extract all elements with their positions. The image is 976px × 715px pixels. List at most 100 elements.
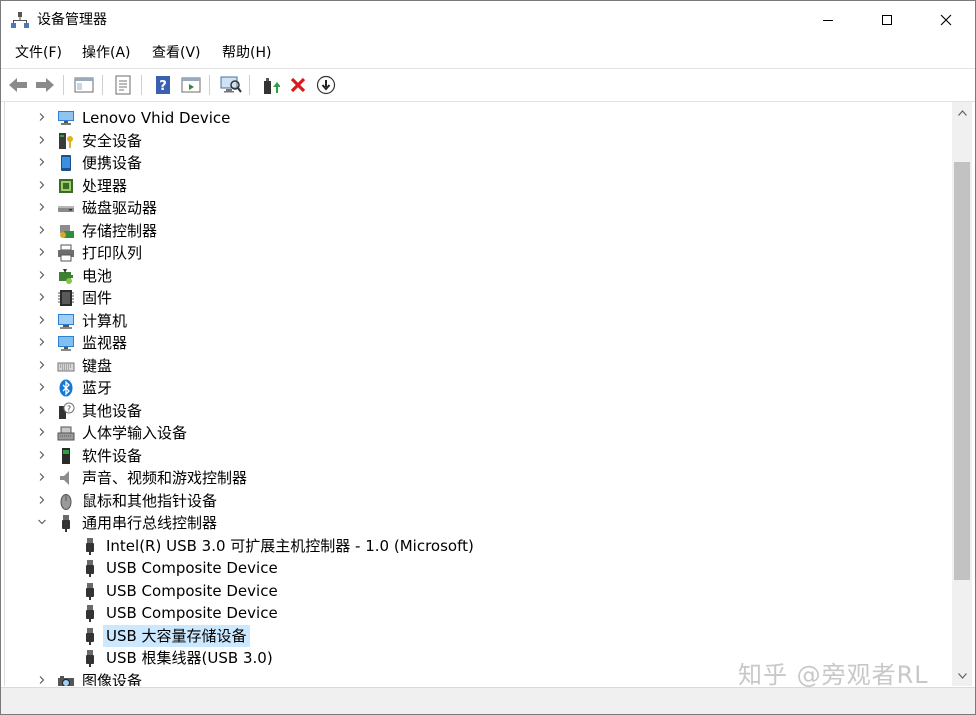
tree-item-label: 处理器	[82, 177, 128, 195]
portable-device-icon	[61, 155, 71, 171]
tree-device-row[interactable]: USB Composite Device	[5, 580, 945, 602]
tree-device-row[interactable]: USB Composite Device	[5, 602, 945, 624]
chevron-up-icon	[957, 109, 967, 116]
tree-category-row[interactable]: 人体学输入设备	[5, 422, 945, 444]
uninstall-button[interactable]	[286, 73, 310, 97]
chevron-right-icon[interactable]	[37, 292, 47, 302]
properties-button[interactable]	[111, 73, 135, 97]
chevron-down-icon[interactable]	[37, 517, 47, 527]
title-bar[interactable]: 设备管理器	[1, 1, 975, 39]
chevron-right-icon[interactable]	[37, 450, 47, 460]
tree-item-label: 监视器	[82, 334, 128, 352]
chevron-right-icon[interactable]	[37, 360, 47, 370]
tree-category-row[interactable]: 声音、视频和游戏控制器	[5, 467, 945, 489]
scroll-up-button[interactable]	[952, 104, 972, 121]
chevron-right-icon[interactable]	[37, 472, 47, 482]
minimize-button[interactable]	[799, 1, 857, 39]
chevron-right-icon[interactable]	[37, 315, 47, 325]
uninstall-icon	[290, 77, 306, 93]
tree-item-label: 打印队列	[82, 244, 143, 262]
action-pane-button[interactable]	[179, 73, 203, 97]
forward-arrow-icon	[36, 78, 54, 92]
tree-category-row[interactable]: 通用串行总线控制器	[5, 512, 945, 534]
chevron-right-icon[interactable]	[37, 405, 47, 415]
tree-device-row[interactable]: Intel(R) USB 3.0 可扩展主机控制器 - 1.0 (Microso…	[5, 535, 945, 557]
tree-item-label: 声音、视频和游戏控制器	[82, 469, 248, 487]
tree-category-row[interactable]: 计算机	[5, 310, 945, 332]
chevron-right-icon[interactable]	[37, 112, 47, 122]
usb-icon	[86, 538, 94, 555]
tree-category-row[interactable]: 键盘	[5, 355, 945, 377]
menu-view[interactable]: 查看(V)	[150, 43, 203, 63]
watermark-text: 知乎 @旁观者RL	[738, 661, 929, 689]
chevron-right-icon[interactable]	[37, 675, 47, 685]
tree-item-label: 图像设备	[82, 672, 143, 686]
tree-category-row[interactable]: 安全设备	[5, 130, 945, 152]
show-hide-tree-icon	[74, 77, 94, 93]
vertical-scrollbar[interactable]	[952, 102, 972, 686]
maximize-button[interactable]	[858, 1, 916, 39]
tree-item-label: 蓝牙	[82, 379, 113, 397]
chevron-right-icon[interactable]	[37, 247, 47, 257]
maximize-icon	[882, 15, 892, 25]
usb-icon	[62, 515, 70, 532]
tree-item-label: 固件	[82, 289, 113, 307]
chevron-right-icon[interactable]	[37, 382, 47, 392]
tree-category-row[interactable]: 蓝牙	[5, 377, 945, 399]
tree-category-row[interactable]: 打印队列	[5, 242, 945, 264]
update-driver-button[interactable]	[258, 73, 282, 97]
tree-category-row[interactable]: 磁盘驱动器	[5, 197, 945, 219]
chevron-right-icon[interactable]	[37, 225, 47, 235]
back-button[interactable]	[6, 73, 30, 97]
disable-device-button[interactable]	[314, 73, 338, 97]
menu-help[interactable]: 帮助(H)	[220, 43, 273, 63]
chevron-right-icon[interactable]	[37, 202, 47, 212]
tree-category-row[interactable]: 监视器	[5, 332, 945, 354]
help-button[interactable]: ?	[151, 73, 175, 97]
properties-icon	[115, 75, 131, 95]
chevron-right-icon[interactable]	[37, 135, 47, 145]
chevron-right-icon[interactable]	[37, 495, 47, 505]
tree-category-row[interactable]: Lenovo Vhid Device	[5, 107, 945, 129]
tree-category-row[interactable]: ? 其他设备	[5, 400, 945, 422]
tree-item-label: Lenovo Vhid Device	[82, 109, 231, 127]
chevron-right-icon[interactable]	[37, 270, 47, 280]
chevron-right-icon[interactable]	[37, 337, 47, 347]
usb-icon	[86, 583, 94, 600]
scroll-thumb[interactable]	[954, 162, 970, 580]
show-hide-tree-button[interactable]	[72, 73, 96, 97]
tree-category-row[interactable]: 便携设备	[5, 152, 945, 174]
tree-item-label: 电池	[82, 267, 113, 285]
tree-item-label: 软件设备	[82, 447, 143, 465]
keyboard-icon	[57, 362, 75, 372]
disable-device-icon	[316, 75, 336, 95]
tree-category-row[interactable]: 软件设备	[5, 445, 945, 467]
imaging-device-icon	[58, 676, 74, 686]
tree-item-label: USB Composite Device	[106, 604, 278, 622]
chevron-right-icon[interactable]	[37, 427, 47, 437]
scroll-down-button[interactable]	[952, 667, 972, 684]
scan-hardware-button[interactable]	[219, 73, 243, 97]
tree-device-row[interactable]: USB 大容量存储设备	[5, 625, 945, 647]
tree-device-row[interactable]: USB Composite Device	[5, 557, 945, 579]
tree-category-row[interactable]: 存储控制器	[5, 220, 945, 242]
svg-text:?: ?	[159, 79, 167, 94]
forward-button[interactable]	[33, 73, 57, 97]
window-title: 设备管理器	[37, 12, 107, 28]
menu-action[interactable]: 操作(A)	[80, 43, 133, 63]
menu-file[interactable]: 文件(F)	[13, 43, 64, 63]
usb-icon	[86, 605, 94, 622]
tree-category-row[interactable]: 处理器	[5, 175, 945, 197]
chevron-right-icon[interactable]	[37, 157, 47, 167]
close-button[interactable]	[917, 1, 975, 39]
tree-category-row[interactable]: 鼠标和其他指针设备	[5, 490, 945, 512]
chevron-right-icon[interactable]	[37, 180, 47, 190]
tree-item-label: USB Composite Device	[106, 582, 278, 600]
tree-item-label: 鼠标和其他指针设备	[82, 492, 218, 510]
device-tree[interactable]: Lenovo Vhid Device 安全设备 便携设备处理器磁盘驱动器 存储控制器打…	[4, 102, 953, 686]
tree-category-row[interactable]: 固件	[5, 287, 945, 309]
toolbar-separator	[209, 75, 210, 95]
tree-category-row[interactable]: 电池	[5, 265, 945, 287]
speaker-icon	[60, 471, 69, 485]
action-pane-icon	[181, 77, 201, 93]
